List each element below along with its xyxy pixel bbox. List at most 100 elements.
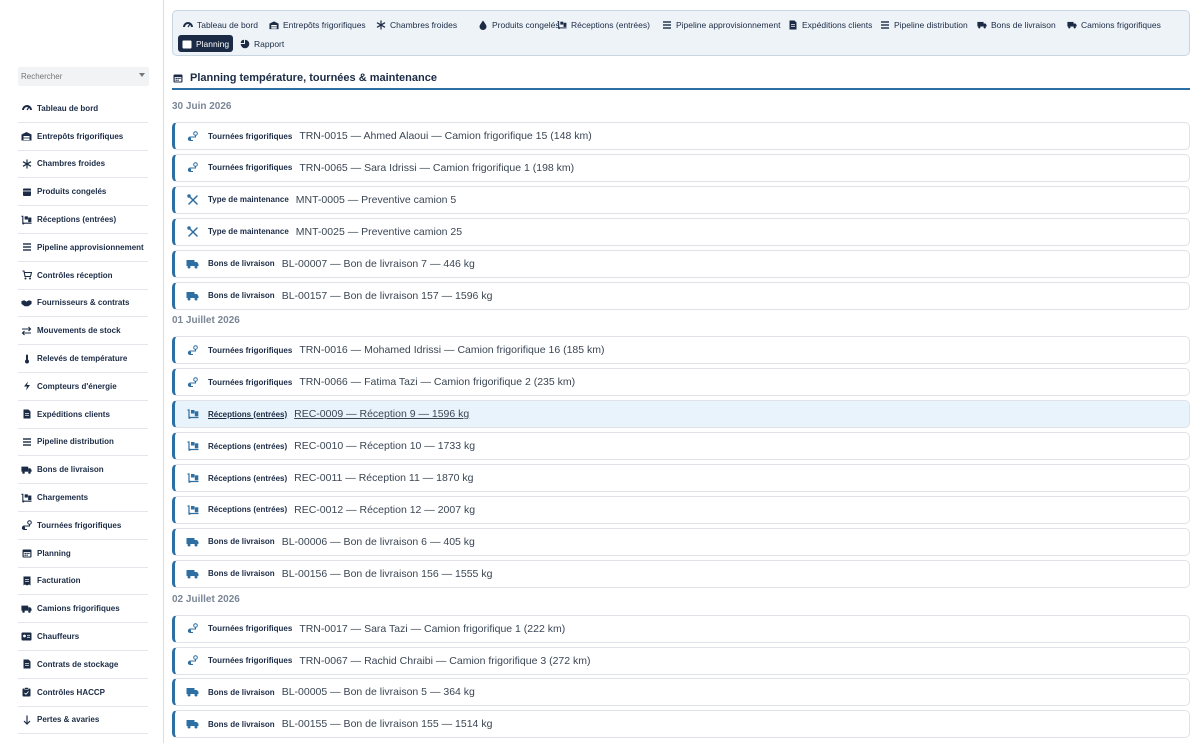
page-title-text: Planning température, tournées & mainten… (190, 72, 437, 84)
planning-event[interactable]: Tournées frigorifiques TRN-0016 — Mohamed… (172, 336, 1190, 365)
tab-label: Réceptions (entrées) (571, 19, 650, 30)
tab-camions-frigorifiques[interactable]: Camions frigorifiques (1063, 16, 1165, 33)
tab-tableau-de-bord[interactable]: Tableau de bord (179, 16, 262, 33)
planning-event[interactable]: Bons de livraison BL-00007 — Bon de livra… (172, 249, 1190, 278)
sidebar-item-controles-haccp[interactable]: Contrôles HACCP (18, 679, 148, 707)
truck-icon (186, 536, 199, 548)
event-type: Réceptions (entrées) (208, 505, 288, 515)
arrow-down-icon (21, 714, 32, 725)
planning-event[interactable]: Tournées frigorifiques TRN-0066 — Fatima … (172, 368, 1190, 397)
tab-receptions-entrees[interactable]: Réceptions (entrées) (553, 16, 654, 33)
sidebar-item-label: Réceptions (entrées) (37, 215, 117, 225)
planning-event[interactable]: Type de maintenance MNT-0025 — Preventive… (172, 217, 1190, 246)
event-description: TRN-0015 — Ahmed Alaoui — Camion frigori… (299, 130, 592, 142)
search-input[interactable] (18, 67, 149, 86)
planning-event[interactable]: Type de maintenance MNT-0005 — Preventive… (172, 185, 1190, 214)
tab-planning[interactable]: Planning (178, 35, 234, 52)
sidebar-item-label: Contrôles HACCP (37, 687, 106, 697)
tools-icon (186, 194, 199, 206)
date-heading: 30 Juin 2026 (172, 101, 232, 112)
sidebar-item-expeditions-clients[interactable]: Expéditions clients (18, 401, 148, 429)
event-description: BL-00157 — Bon de livraison 157 — 1596 k… (281, 289, 493, 302)
warehouse-icon (21, 131, 32, 142)
sidebar-item-camions-frigorifiques[interactable]: Camions frigorifiques (18, 595, 148, 624)
dashboard-icon (21, 103, 32, 114)
tab-label: Bons de livraison (991, 19, 1056, 30)
planning-event[interactable]: Bons de livraison BL-00157 — Bon de livra… (172, 281, 1190, 310)
sidebar-item-chauffeurs[interactable]: Chauffeurs (18, 623, 148, 651)
tab-rapport[interactable]: Rapport (236, 35, 288, 52)
sidebar-item-pipeline-distribution[interactable]: Pipeline distribution (18, 429, 148, 457)
sidebar-item-contrats-de-stockage[interactable]: Contrats de stockage (18, 651, 148, 679)
sidebar-item-fournisseurs-contrats[interactable]: Fournisseurs & contrats (18, 290, 148, 318)
bars-icon (21, 242, 32, 253)
sidebar-item-receptions-entrees[interactable]: Réceptions (entrées) (18, 206, 148, 234)
event-type: Bons de livraison (208, 537, 275, 547)
planning-event[interactable]: Réceptions (entrées) REC-0012 — Réception… (172, 495, 1190, 524)
sidebar-item-releves-de-temperature[interactable]: Relevés de température (18, 345, 148, 373)
event-description: TRN-0016 — Mohamed Idrissi — Camion frig… (299, 344, 605, 357)
planning-event[interactable]: Tournées frigorifiques TRN-0065 — Sara Id… (172, 153, 1190, 182)
sidebar-item-bons-de-livraison[interactable]: Bons de livraison (18, 456, 148, 485)
planning-event[interactable]: Réceptions (entrées) REC-0010 — Réception… (172, 432, 1190, 461)
planning-event[interactable]: Bons de livraison BL-00156 — Bon de livra… (172, 559, 1190, 588)
tab-chambres-froides[interactable]: Chambres froides (372, 16, 461, 33)
event-description: REC-0010 — Réception 10 — 1733 kg (294, 440, 476, 453)
sidebar-item-pipeline-approvisionnement[interactable]: Pipeline approvisionnement (18, 234, 148, 262)
sidebar-item-planning[interactable]: Planning (18, 540, 148, 568)
chevron-down-icon[interactable] (139, 73, 145, 77)
sidebar-item-compteurs-d-energie[interactable]: Compteurs d'énergie (18, 373, 148, 401)
event-type: Tournées frigorifiques (208, 163, 293, 173)
sidebar-item-tournees-frigorifiques[interactable]: Tournées frigorifiques (18, 512, 148, 540)
tab-pipeline-approvisionnement[interactable]: Pipeline approvisionnement (658, 16, 784, 33)
tools-icon (186, 225, 199, 238)
document-icon (21, 409, 32, 420)
sidebar-item-label: Relevés de température (37, 354, 128, 364)
planning-event[interactable]: Tournées frigorifiques TRN-0067 — Rachid … (172, 646, 1190, 675)
route-icon (186, 376, 199, 388)
planning-event[interactable]: Tournées frigorifiques TRN-0015 — Ahmed A… (172, 122, 1190, 150)
planning-event[interactable]: Réceptions (entrées) REC-0009 — Réception… (172, 400, 1190, 429)
dashboard-icon (183, 20, 193, 30)
dolly-icon (557, 20, 567, 30)
sidebar-item-label: Chargements (37, 493, 89, 503)
sidebar-item-mouvements-de-stock[interactable]: Mouvements de stock (18, 317, 148, 346)
sidebar-item-produits-congeles[interactable]: Produits congelés (18, 178, 148, 207)
event-description: TRN-0066 — Fatima Tazi — Camion frigorif… (299, 376, 576, 389)
sidebar-item-label: Contrôles réception (37, 270, 113, 280)
planning-event[interactable]: Réceptions (entrées) REC-0011 — Réception… (172, 464, 1190, 492)
tab-expeditions-clients[interactable]: Expéditions clients (784, 16, 876, 33)
sidebar-menu: Tableau de bord Entrepôts frigorifiques Ch… (18, 95, 148, 735)
sidebar-item-label: Chambres froides (37, 159, 106, 169)
tab-pipeline-distribution[interactable]: Pipeline distribution (876, 16, 972, 33)
planning-event[interactable]: Bons de livraison BL-00005 — Bon de livra… (172, 678, 1190, 707)
event-description: TRN-0065 — Sara Idrissi — Camion frigori… (299, 161, 575, 174)
tab-label: Pipeline distribution (894, 19, 968, 30)
route-icon (21, 520, 32, 531)
truck-icon (186, 568, 199, 580)
planning-event[interactable]: Bons de livraison BL-00155 — Bon de livra… (172, 710, 1190, 739)
sidebar-item-label: Tournées frigorifiques (37, 520, 122, 530)
event-type: Tournées frigorifiques (208, 131, 293, 141)
planning-event[interactable]: Tournées frigorifiques TRN-0017 — Sara Ta… (172, 614, 1190, 643)
sidebar-item-label: Bons de livraison (37, 465, 104, 475)
sidebar-item-label: Tableau de bord (37, 103, 99, 113)
dolly-icon (186, 440, 199, 452)
sidebar-item-entrepots-frigorifiques[interactable]: Entrepôts frigorifiques (18, 123, 148, 151)
tab-label: Pipeline approvisionnement (676, 19, 781, 30)
sidebar-item-controles-reception[interactable]: Contrôles réception (18, 262, 148, 290)
truck-icon (21, 603, 32, 614)
event-type: Tournées frigorifiques (208, 377, 293, 387)
tab-bons-de-livraison[interactable]: Bons de livraison (973, 16, 1060, 33)
sidebar-item-facturation[interactable]: Facturation (18, 568, 148, 596)
planning-event[interactable]: Bons de livraison BL-00006 — Bon de livra… (172, 527, 1190, 556)
event-description: TRN-0067 — Rachid Chraibi — Camion frigo… (299, 654, 591, 667)
sidebar-item-tableau-de-bord[interactable]: Tableau de bord (18, 95, 148, 123)
tab-entrepots-frigorifiques[interactable]: Entrepôts frigorifiques (265, 16, 370, 33)
thermometer-icon (21, 353, 32, 364)
sidebar-item-chambres-froides[interactable]: Chambres froides (18, 151, 148, 179)
sidebar-item-label: Entrepôts frigorifiques (37, 131, 124, 141)
tab-produits-congeles[interactable]: Produits congelés (474, 16, 564, 33)
sidebar-item-pertes-avaries[interactable]: Pertes & avaries (18, 707, 148, 735)
sidebar-item-chargements[interactable]: Chargements (18, 484, 148, 512)
